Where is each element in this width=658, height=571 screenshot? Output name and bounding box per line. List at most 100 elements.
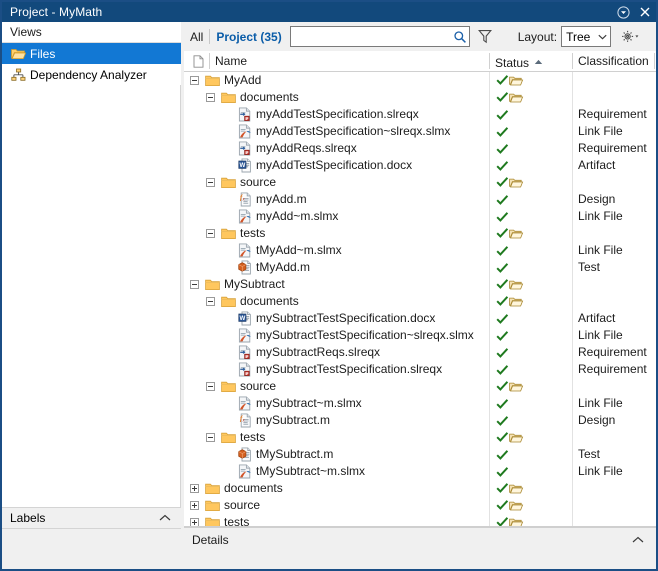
tree-row-name[interactable]: mySubtractReqs.slreqx (236, 344, 380, 361)
collapse-toggle-icon[interactable] (206, 433, 215, 442)
tree-row[interactable]: f x myAdd.m Design (184, 191, 656, 208)
labels-panel-header[interactable]: Labels (2, 507, 181, 529)
expand-toggle-icon[interactable] (190, 484, 199, 493)
tree-row-name[interactable]: tMyAdd.m (236, 259, 310, 276)
details-panel-header[interactable]: Details (184, 527, 656, 551)
tree-row[interactable]: documents (184, 89, 656, 106)
tree-row-name[interactable]: mySubtractTestSpecification~slreqx.slmx (236, 327, 474, 344)
chevron-down-icon[interactable] (594, 34, 610, 40)
column-header-name[interactable]: Name (215, 51, 247, 71)
tree-row-label: source (240, 379, 277, 393)
tree-row[interactable]: myAddTestSpecification~slreqx.slmx Link F… (184, 123, 656, 140)
chevron-up-icon[interactable] (632, 533, 656, 547)
tree-row[interactable]: source (184, 174, 656, 191)
tree-row[interactable]: WmyAddTestSpecification.docx Artifact (184, 157, 656, 174)
close-icon[interactable] (634, 2, 656, 22)
tree-row[interactable]: tests (184, 225, 656, 242)
search-box[interactable] (289, 26, 470, 47)
expand-toggle-icon[interactable] (190, 501, 199, 510)
tree-row[interactable]: source (184, 378, 656, 395)
tree-row[interactable]: mySubtractReqs.slreqx Requirement (184, 344, 656, 361)
dependency-graph-icon (8, 67, 28, 83)
tree-row-name[interactable]: WmySubtractTestSpecification.docx (236, 310, 435, 327)
tree-row-name[interactable]: tMySubtract~m.slmx (236, 463, 365, 480)
tab-all[interactable]: All (186, 30, 209, 44)
tree-row[interactable]: myAdd~m.slmx Link File (184, 208, 656, 225)
collapse-toggle-icon[interactable] (206, 229, 215, 238)
tree-row-name[interactable]: myAddTestSpecification~slreqx.slmx (236, 123, 450, 140)
tree-row[interactable]: tMySubtract~m.slmx Link File (184, 463, 656, 480)
project-window: Project - MyMath Views Files Dependency … (0, 0, 658, 571)
tree-row-name[interactable]: myAddReqs.slreqx (236, 140, 357, 157)
tree-row-name[interactable]: f x mySubtract.m (236, 412, 330, 429)
collapse-toggle-icon[interactable] (206, 178, 215, 187)
tree-row-label: myAdd~m.slmx (256, 209, 339, 223)
tree-row[interactable]: mySubtractTestSpecification~slreqx.slmx L… (184, 327, 656, 344)
layout-selected-value: Tree (566, 29, 591, 44)
tree-row-name[interactable]: mySubtractTestSpecification.slreqx (236, 361, 442, 378)
collapse-toggle-icon[interactable] (206, 297, 215, 306)
tree-row[interactable]: WmySubtractTestSpecification.docx Artifac… (184, 310, 656, 327)
tree-row[interactable]: tMyAdd.m Test (184, 259, 656, 276)
tree-row[interactable]: source (184, 497, 656, 514)
collapse-toggle-icon[interactable] (206, 382, 215, 391)
tree-row-name[interactable]: tests (220, 225, 265, 242)
tree-row-classification: Link File (578, 209, 623, 223)
tree-row[interactable]: tMySubtract.m Test (184, 446, 656, 463)
tree-row-name[interactable]: source (220, 174, 276, 191)
tree-row-name[interactable]: documents (220, 89, 299, 106)
tree-row-name[interactable]: MySubtract (204, 276, 285, 293)
collapse-toggle-icon[interactable] (206, 93, 215, 102)
tree-row[interactable]: tMyAdd~m.slmx Link File (184, 242, 656, 259)
chevron-down-circle-icon[interactable] (612, 2, 634, 22)
tree-row-name[interactable]: MyAdd (204, 72, 261, 89)
tree-row[interactable]: tests (184, 514, 656, 526)
tree-row[interactable]: f x mySubtract.m Design (184, 412, 656, 429)
views-panel: Views Files Dependency Analyzer Labels (2, 22, 181, 551)
tree-row-name[interactable]: myAddTestSpecification.slreqx (236, 106, 419, 123)
layout-select[interactable]: Tree (561, 26, 612, 47)
tree-row-name[interactable]: myAdd~m.slmx (236, 208, 338, 225)
column-header-classification[interactable]: Classification (578, 51, 649, 71)
tree-row[interactable]: tests (184, 429, 656, 446)
gear-icon[interactable] (617, 26, 643, 47)
slreqx-icon (236, 107, 253, 123)
column-header-status[interactable]: Status (495, 51, 543, 71)
tree-row-classification: Requirement (578, 107, 647, 121)
header-separator-3[interactable] (572, 53, 573, 69)
collapse-toggle-icon[interactable] (190, 280, 199, 289)
file-tree[interactable]: MyAdd documents myAddTestSpecification.slr… (184, 72, 656, 526)
status-check-folder-icon (496, 89, 526, 106)
tree-row-name[interactable]: source (204, 497, 260, 514)
tree-row[interactable]: MySubtract (184, 276, 656, 293)
search-input[interactable] (290, 27, 452, 46)
tree-row-name[interactable]: tMySubtract.m (236, 446, 333, 463)
search-icon[interactable] (452, 27, 469, 46)
tree-row-name[interactable]: WmyAddTestSpecification.docx (236, 157, 412, 174)
tree-row[interactable]: mySubtractTestSpecification.slreqx Requir… (184, 361, 656, 378)
tree-row[interactable]: documents (184, 293, 656, 310)
tree-row-name[interactable]: f x myAdd.m (236, 191, 307, 208)
sidebar-item-files[interactable]: Files (2, 43, 181, 64)
tree-row-name[interactable]: mySubtract~m.slmx (236, 395, 362, 412)
tree-row-name[interactable]: tests (204, 514, 249, 526)
chevron-up-icon[interactable] (159, 511, 181, 525)
tree-row-name[interactable]: source (220, 378, 276, 395)
tree-row-name[interactable]: documents (204, 480, 283, 497)
tree-row-name[interactable]: tests (220, 429, 265, 446)
folder-icon (220, 226, 237, 242)
tree-row[interactable]: documents (184, 480, 656, 497)
tree-row[interactable]: mySubtract~m.slmx Link File (184, 395, 656, 412)
tree-row[interactable]: myAddTestSpecification.slreqx Requirement (184, 106, 656, 123)
expand-toggle-icon[interactable] (190, 518, 199, 526)
tree-row[interactable]: myAddReqs.slreqx Requirement (184, 140, 656, 157)
collapse-toggle-icon[interactable] (190, 76, 199, 85)
tab-project[interactable]: Project (35) (210, 30, 287, 44)
sidebar-item-dependency-analyzer[interactable]: Dependency Analyzer (2, 64, 181, 85)
tree-row-name[interactable]: documents (220, 293, 299, 310)
tree-row[interactable]: MyAdd (184, 72, 656, 89)
header-separator-2[interactable] (489, 53, 490, 69)
tree-row-name[interactable]: tMyAdd~m.slmx (236, 242, 342, 259)
file-tree-rows: MyAdd documents myAddTestSpecification.slr… (184, 72, 656, 526)
funnel-filter-icon[interactable] (474, 26, 496, 47)
